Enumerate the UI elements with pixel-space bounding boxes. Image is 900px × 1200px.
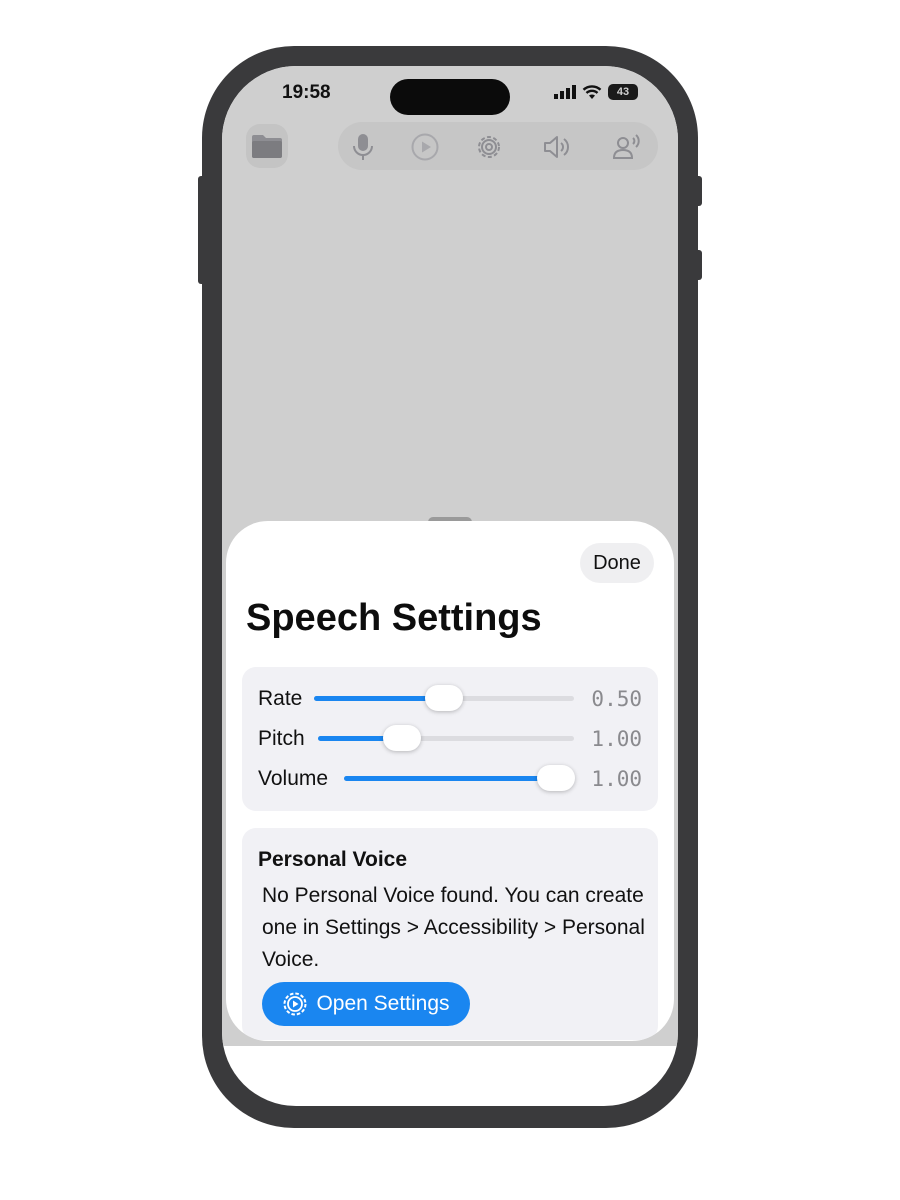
speaker-icon[interactable]: [542, 132, 572, 162]
rate-label: Rate: [258, 687, 303, 710]
volume-slider-fill: [344, 776, 556, 781]
volume-slider-thumb[interactable]: [537, 765, 575, 791]
status-time: 19:58: [282, 82, 331, 103]
folder-button[interactable]: [246, 124, 288, 168]
personal-voice-card: Personal Voice No Personal Voice found. …: [242, 828, 658, 1040]
cellular-signal-icon: [554, 85, 576, 99]
personal-voice-message: No Personal Voice found. You can create …: [262, 884, 645, 971]
rate-value: 0.50: [591, 687, 642, 711]
personal-voice-title: Personal Voice: [258, 848, 408, 871]
rate-slider-row: Rate 0.50: [258, 683, 642, 713]
volume-slider[interactable]: [344, 765, 575, 791]
sheet-title: Speech Settings: [246, 597, 542, 639]
pitch-label: Pitch: [258, 727, 305, 750]
toolbar-group: [338, 122, 658, 170]
volume-slider-row: Volume 1.00: [258, 763, 642, 793]
pitch-slider[interactable]: [318, 725, 574, 751]
play-icon[interactable]: [410, 132, 440, 162]
microphone-icon[interactable]: [348, 132, 378, 162]
volume-value: 1.00: [591, 767, 642, 791]
folder-icon: [252, 135, 282, 158]
done-button[interactable]: Done: [580, 543, 654, 583]
pitch-slider-thumb[interactable]: [383, 725, 422, 751]
status-icons: 43: [554, 84, 638, 100]
rate-slider-thumb[interactable]: [425, 685, 463, 711]
volume-label: Volume: [258, 767, 329, 790]
phone-screen: 19:58 43 Done Speech Settings Rate 0.50 …: [222, 66, 678, 1106]
wifi-icon: [582, 84, 602, 99]
gear-icon[interactable]: [474, 132, 504, 162]
dynamic-island: [390, 79, 510, 115]
voice-profile-icon[interactable]: [612, 132, 642, 162]
speech-settings-sheet: Done Speech Settings Rate 0.50 Pitch 1.0…: [226, 521, 674, 1041]
speech-sliders-card: Rate 0.50 Pitch 1.00 Volume 1.00: [242, 667, 658, 811]
rate-slider[interactable]: [314, 685, 574, 711]
settings-gear-icon: [283, 992, 307, 1016]
open-settings-button[interactable]: Open Settings: [262, 982, 470, 1026]
open-settings-label: Open Settings: [316, 992, 450, 1015]
battery-icon: 43: [608, 84, 638, 100]
pitch-slider-row: Pitch 1.00: [258, 723, 642, 753]
pitch-value: 1.00: [591, 727, 642, 751]
